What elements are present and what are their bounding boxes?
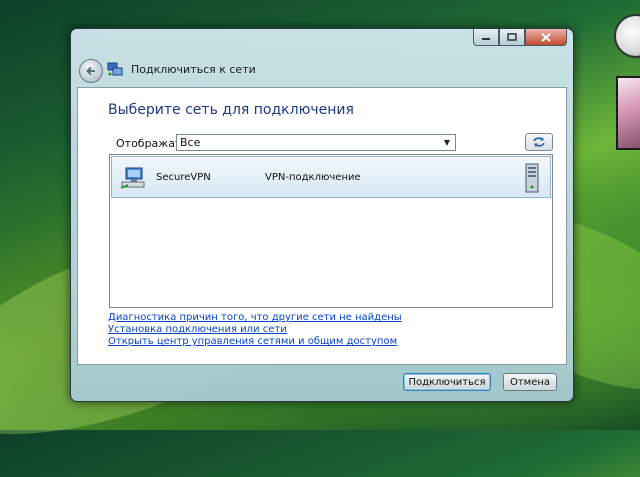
button-bar: Подключиться Отмена (77, 363, 565, 397)
network-center-link[interactable]: Открыть центр управления сетями и общим … (108, 336, 402, 348)
caption-buttons (473, 29, 567, 46)
refresh-button[interactable] (525, 133, 553, 151)
clock-gadget[interactable] (614, 14, 640, 58)
close-icon (541, 32, 551, 42)
vpn-network-icon (120, 167, 145, 189)
connect-to-network-window: Подключиться к сети Выберите сеть для по… (70, 28, 574, 402)
server-icon (525, 163, 539, 193)
window-title: Подключиться к сети (131, 63, 256, 76)
setup-connection-link[interactable]: Установка подключения или сети (108, 324, 402, 336)
list-item[interactable]: SecureVPN VPN-подключение (111, 156, 551, 198)
maximize-button[interactable] (499, 29, 525, 46)
network-list[interactable]: SecureVPN VPN-подключение (109, 154, 553, 308)
network-type: VPN-подключение (265, 172, 361, 183)
links-section: Диагностика причин того, что другие сети… (108, 312, 402, 348)
filter-dropdown[interactable]: Все ▼ (176, 134, 456, 151)
back-arrow-icon (86, 66, 95, 76)
minimize-button[interactable] (473, 29, 499, 46)
cancel-button[interactable]: Отмена (503, 373, 557, 391)
refresh-icon (533, 137, 545, 147)
minimize-icon (482, 38, 490, 40)
photo-gadget[interactable] (616, 76, 640, 150)
diagnose-link[interactable]: Диагностика причин того, что другие сети… (108, 312, 402, 324)
close-button[interactable] (525, 29, 567, 46)
network-name: SecureVPN (156, 172, 211, 183)
filter-selected-value: Все (180, 136, 201, 149)
chevron-down-icon[interactable]: ▼ (439, 135, 455, 150)
client-area: Выберите сеть для подключения Отображать… (77, 87, 567, 365)
back-button[interactable] (79, 59, 103, 83)
page-heading: Выберите сеть для подключения (108, 102, 354, 118)
connect-button[interactable]: Подключиться (403, 373, 491, 391)
network-title-icon (107, 62, 123, 76)
maximize-icon (507, 33, 517, 41)
